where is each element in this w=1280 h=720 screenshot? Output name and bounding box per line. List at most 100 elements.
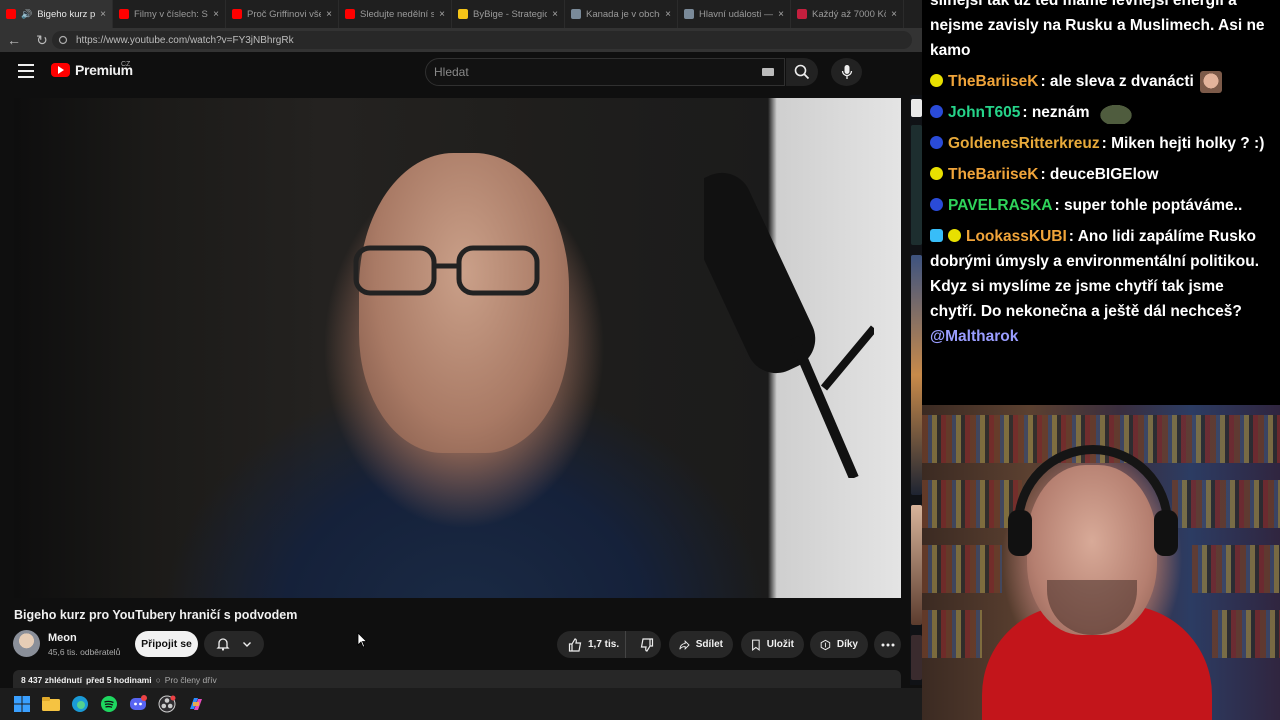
youtube-logo[interactable]: Premium CZ [51, 61, 133, 78]
browser-tab[interactable]: ByBige - Strategický poradce × [452, 0, 565, 28]
chat-badge-icon [930, 74, 943, 87]
bookmark-icon [752, 639, 760, 651]
chat-message: silnejsi tak uz ted mame levnejsi energi… [930, 0, 1272, 63]
search-input[interactable] [425, 58, 785, 86]
stream-chat-overlay: silnejsi tak uz ted mame levnejsi energi… [922, 0, 1280, 405]
dislike-button[interactable] [632, 631, 661, 658]
bell-icon [216, 638, 230, 651]
spotify-icon[interactable] [99, 694, 119, 714]
channel-name[interactable]: Meon [48, 632, 77, 644]
view-count: 8 437 zhlédnutí [21, 675, 82, 685]
chat-username[interactable]: PAVELRASKA [948, 197, 1053, 214]
bookshelf-row [1212, 610, 1280, 658]
close-tab-icon[interactable]: × [552, 9, 558, 20]
url-field[interactable]: https://www.youtube.com/watch?v=FY3jNBhr… [52, 31, 912, 49]
address-bar: ← ↻ https://www.youtube.com/watch?v=FY3j… [0, 28, 922, 52]
face-emote-icon [1199, 70, 1222, 93]
thumbs-down-icon [640, 637, 653, 652]
tab-title: Filmy v číslech: SPIDER [134, 8, 208, 20]
more-actions-button[interactable] [874, 631, 901, 658]
back-icon[interactable]: ← [6, 32, 22, 48]
chat-message: LookassKUBI: Ano lidi zapálíme Rusko dob… [930, 224, 1272, 349]
chat-separator: : [1022, 104, 1032, 121]
recommendation-thumb[interactable] [911, 125, 922, 245]
video-player[interactable] [14, 98, 901, 598]
speaker-icon[interactable]: 🔊 [21, 9, 32, 20]
browser-tab[interactable]: Filmy v číslech: SPIDER × [113, 0, 226, 28]
tab-favicon-icon [345, 9, 355, 19]
file-explorer-icon[interactable] [41, 694, 61, 714]
youtube-play-icon [51, 63, 70, 77]
search-icon [794, 64, 810, 80]
recommendation-thumb[interactable] [911, 99, 922, 117]
chat-message: JohnT605: neznám [930, 100, 1272, 125]
chat-separator: : [1054, 197, 1064, 214]
browser-tab[interactable]: Proč Griffinovi všechny × [226, 0, 339, 28]
close-tab-icon[interactable]: × [891, 9, 897, 20]
recommendation-thumb[interactable] [911, 505, 922, 625]
notification-button[interactable] [204, 631, 264, 657]
join-button[interactable]: Připojit se [135, 631, 198, 657]
bookshelf-row [1172, 480, 1280, 528]
tab-favicon-icon [232, 9, 242, 19]
chat-username[interactable]: JohnT605 [948, 104, 1020, 121]
reload-icon[interactable]: ↻ [34, 32, 50, 49]
close-tab-icon[interactable]: × [326, 9, 332, 20]
keyboard-icon[interactable] [762, 68, 774, 76]
more-horizontal-icon [881, 643, 894, 646]
tab-favicon-icon [684, 9, 694, 19]
close-tab-icon[interactable]: × [665, 9, 671, 20]
tab-title: Sledujte nedělní speciál [360, 8, 434, 20]
chat-separator: : [1068, 228, 1078, 245]
chat-mention[interactable]: @Maltharok [930, 328, 1018, 345]
posted-time: před 5 hodinami [85, 675, 152, 685]
chat-message: PAVELRASKA: super tohle poptáváme.. [930, 193, 1272, 218]
edge-browser-icon[interactable] [70, 694, 90, 714]
close-tab-icon[interactable]: × [100, 9, 106, 20]
tab-title: Kanada je v obchodní [586, 8, 660, 20]
like-button[interactable]: 1,7 tis. [557, 631, 627, 658]
chat-text: ale sleva z dvanácti [1049, 73, 1194, 90]
like-dislike-group: 1,7 tis. [557, 631, 661, 658]
save-button[interactable]: Uložit [741, 631, 804, 658]
share-button[interactable]: Sdílet [669, 631, 733, 658]
chat-username[interactable]: TheBariiseK [948, 166, 1038, 183]
chat-separator: : [1040, 166, 1050, 183]
windows-start-icon[interactable] [12, 694, 32, 714]
discord-icon[interactable] [128, 694, 148, 714]
tab-favicon-icon [458, 9, 468, 19]
browser-tab[interactable]: 🔊 Bigeho kurz pro YouTubery × [0, 0, 113, 28]
url-text: https://www.youtube.com/watch?v=FY3jNBhr… [76, 34, 294, 46]
chat-username[interactable]: LookassKUBI [966, 228, 1067, 245]
thanks-button[interactable]: Díky [810, 631, 868, 658]
chat-text: neznám [1031, 104, 1090, 121]
tab-favicon-icon [6, 9, 16, 19]
channel-avatar[interactable] [13, 630, 40, 657]
site-info-icon[interactable] [58, 35, 68, 45]
copilot-icon[interactable] [186, 694, 206, 714]
recommendation-thumb[interactable] [911, 255, 922, 495]
like-count: 1,7 tis. [588, 639, 620, 650]
search-button[interactable] [786, 58, 818, 86]
voice-search-button[interactable] [831, 58, 862, 86]
chat-badge-icon [930, 229, 943, 242]
hamburger-menu-icon[interactable] [18, 64, 34, 78]
chat-username[interactable]: TheBariiseK [948, 73, 1038, 90]
description-box[interactable]: 8 437 zhlédnutí před 5 hodinami ○ Pro čl… [13, 670, 901, 688]
video-presenter [359, 153, 569, 453]
recommendation-thumb[interactable] [911, 635, 922, 680]
close-tab-icon[interactable]: × [213, 9, 219, 20]
chat-username[interactable]: GoldenesRitterkreuz [948, 135, 1100, 152]
close-tab-icon[interactable]: × [439, 9, 445, 20]
browser-tab[interactable]: Hlavní události — ČT24 × [678, 0, 791, 28]
browser-tab[interactable]: Sledujte nedělní speciál × [339, 0, 452, 28]
chat-message: TheBariiseK: ale sleva z dvanácti [930, 69, 1272, 94]
chat-separator: : [1040, 73, 1050, 90]
close-tab-icon[interactable]: × [778, 9, 784, 20]
logo-region: CZ [121, 61, 131, 68]
browser-tab[interactable]: Každý až 7000 Kč ročně × [791, 0, 904, 28]
browser-tab[interactable]: Kanada je v obchodní × [565, 0, 678, 28]
chat-badge-icon [930, 105, 943, 118]
obs-icon[interactable] [157, 694, 177, 714]
bookshelf-row [1192, 545, 1280, 593]
